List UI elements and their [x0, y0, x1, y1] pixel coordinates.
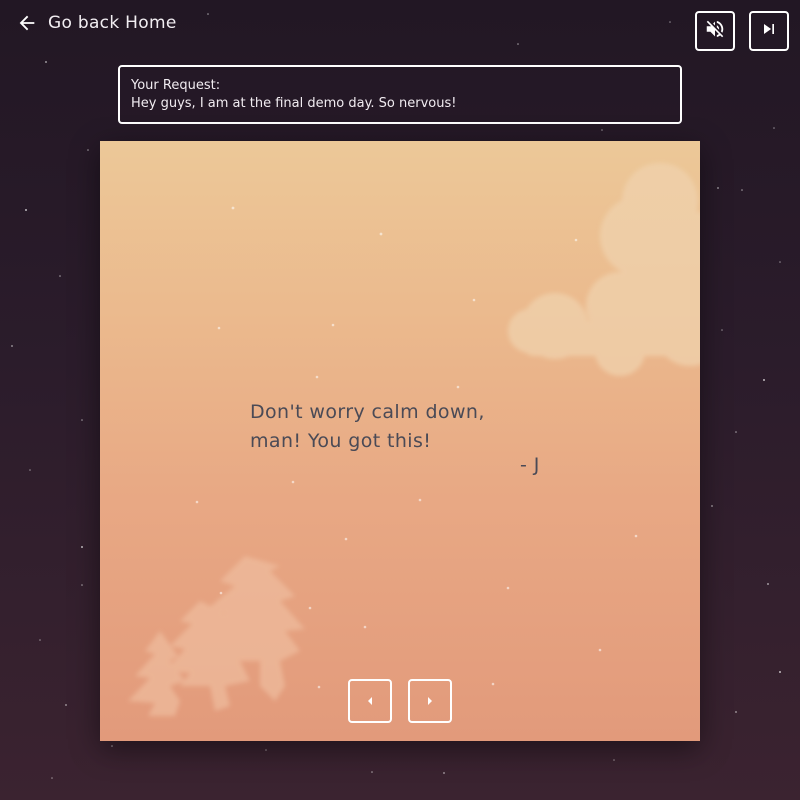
back-home-link[interactable]: Go back Home	[16, 10, 177, 36]
message-line-1: Don't worry calm down,	[250, 401, 485, 423]
back-home-label: Go back Home	[48, 13, 177, 33]
message-signature: - J	[520, 454, 540, 476]
volume-off-icon	[704, 18, 726, 44]
request-box: Your Request: Hey guys, I am at the fina…	[118, 65, 682, 124]
previous-button[interactable]	[348, 679, 392, 723]
caret-right-icon	[425, 692, 435, 711]
message-card: Don't worry calm down, man! You got this…	[100, 141, 700, 741]
next-button[interactable]	[408, 679, 452, 723]
message-line-2: man! You got this!	[250, 430, 432, 452]
skip-button[interactable]	[749, 11, 789, 51]
tree-illustration	[128, 556, 305, 716]
cloud-illustration	[508, 163, 700, 376]
arrow-left-icon	[16, 12, 38, 34]
message-text: Don't worry calm down, man! You got this…	[250, 398, 550, 456]
request-heading: Your Request:	[131, 78, 221, 93]
caret-left-icon	[365, 692, 375, 711]
request-text: Hey guys, I am at the final demo day. So…	[131, 96, 457, 111]
mute-button[interactable]	[695, 11, 735, 51]
skip-next-icon	[759, 19, 779, 43]
